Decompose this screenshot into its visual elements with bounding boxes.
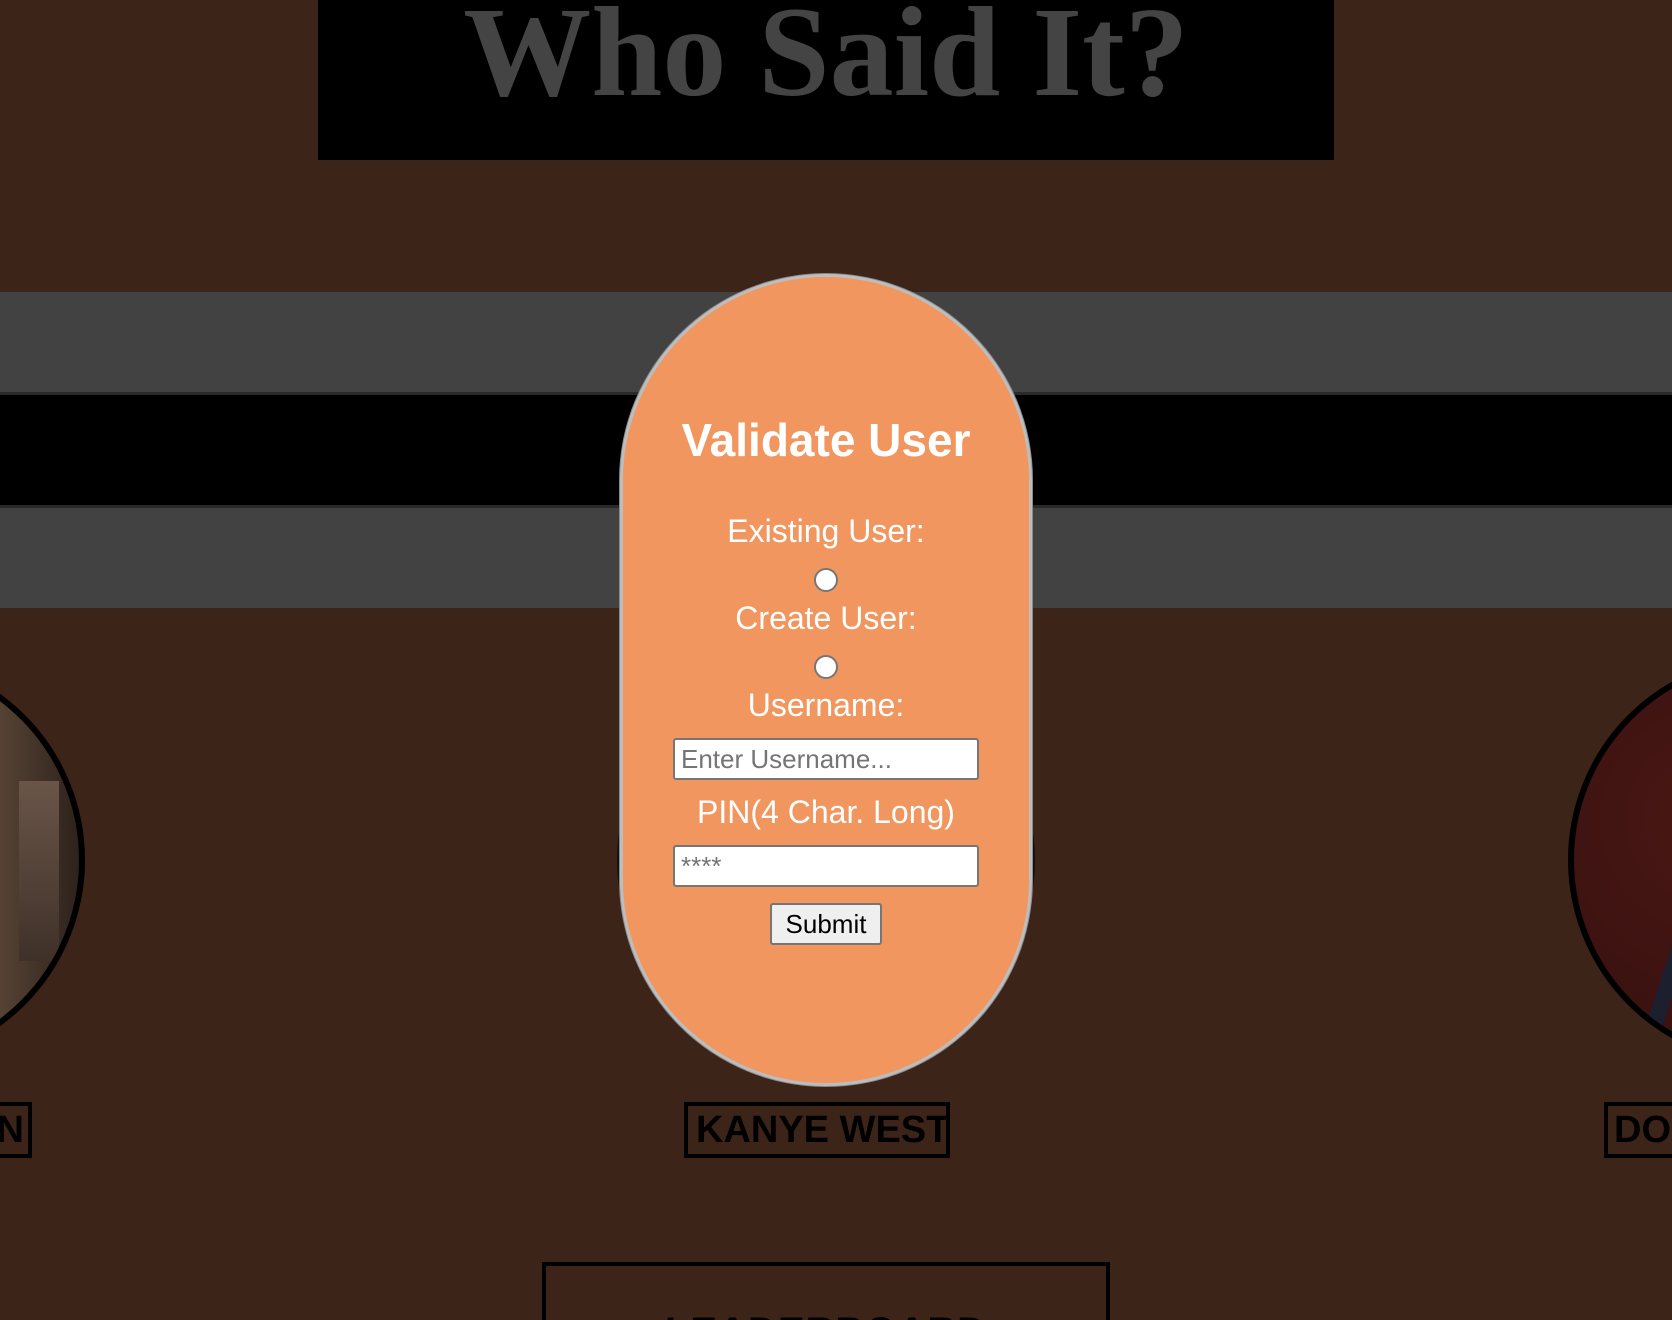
existing-user-radio[interactable] [814, 568, 838, 592]
page-title: Who Said It? [463, 0, 1189, 123]
username-input[interactable] [673, 738, 979, 780]
create-user-radio[interactable] [814, 655, 838, 679]
celebrity-name-center[interactable]: KANYE WEST [684, 1102, 950, 1158]
pin-label: PIN(4 Char. Long) [697, 794, 955, 830]
celebrity-portrait-right[interactable] [1568, 655, 1672, 1065]
pin-input[interactable] [673, 845, 979, 887]
leaderboard-button[interactable]: LEADERBOARD [542, 1262, 1110, 1320]
modal-title: Validate User [681, 414, 971, 466]
existing-user-label: Existing User: [727, 513, 925, 549]
username-label: Username: [747, 687, 905, 723]
celebrity-portrait-left[interactable] [0, 655, 85, 1065]
celebrity-name-left[interactable]: N [0, 1102, 32, 1158]
page: Who Said It? N KANYE WEST DO LEADERBOARD… [0, 0, 1672, 1320]
submit-button[interactable]: Submit [769, 903, 883, 945]
title-banner: Who Said It? [318, 0, 1334, 160]
portrait-detail [1645, 911, 1672, 1031]
create-user-label: Create User: [735, 600, 917, 636]
celebrity-name-right[interactable]: DO [1604, 1102, 1672, 1158]
validate-user-modal: Validate User Existing User: Create User… [620, 274, 1032, 1086]
portrait-detail [19, 781, 59, 961]
